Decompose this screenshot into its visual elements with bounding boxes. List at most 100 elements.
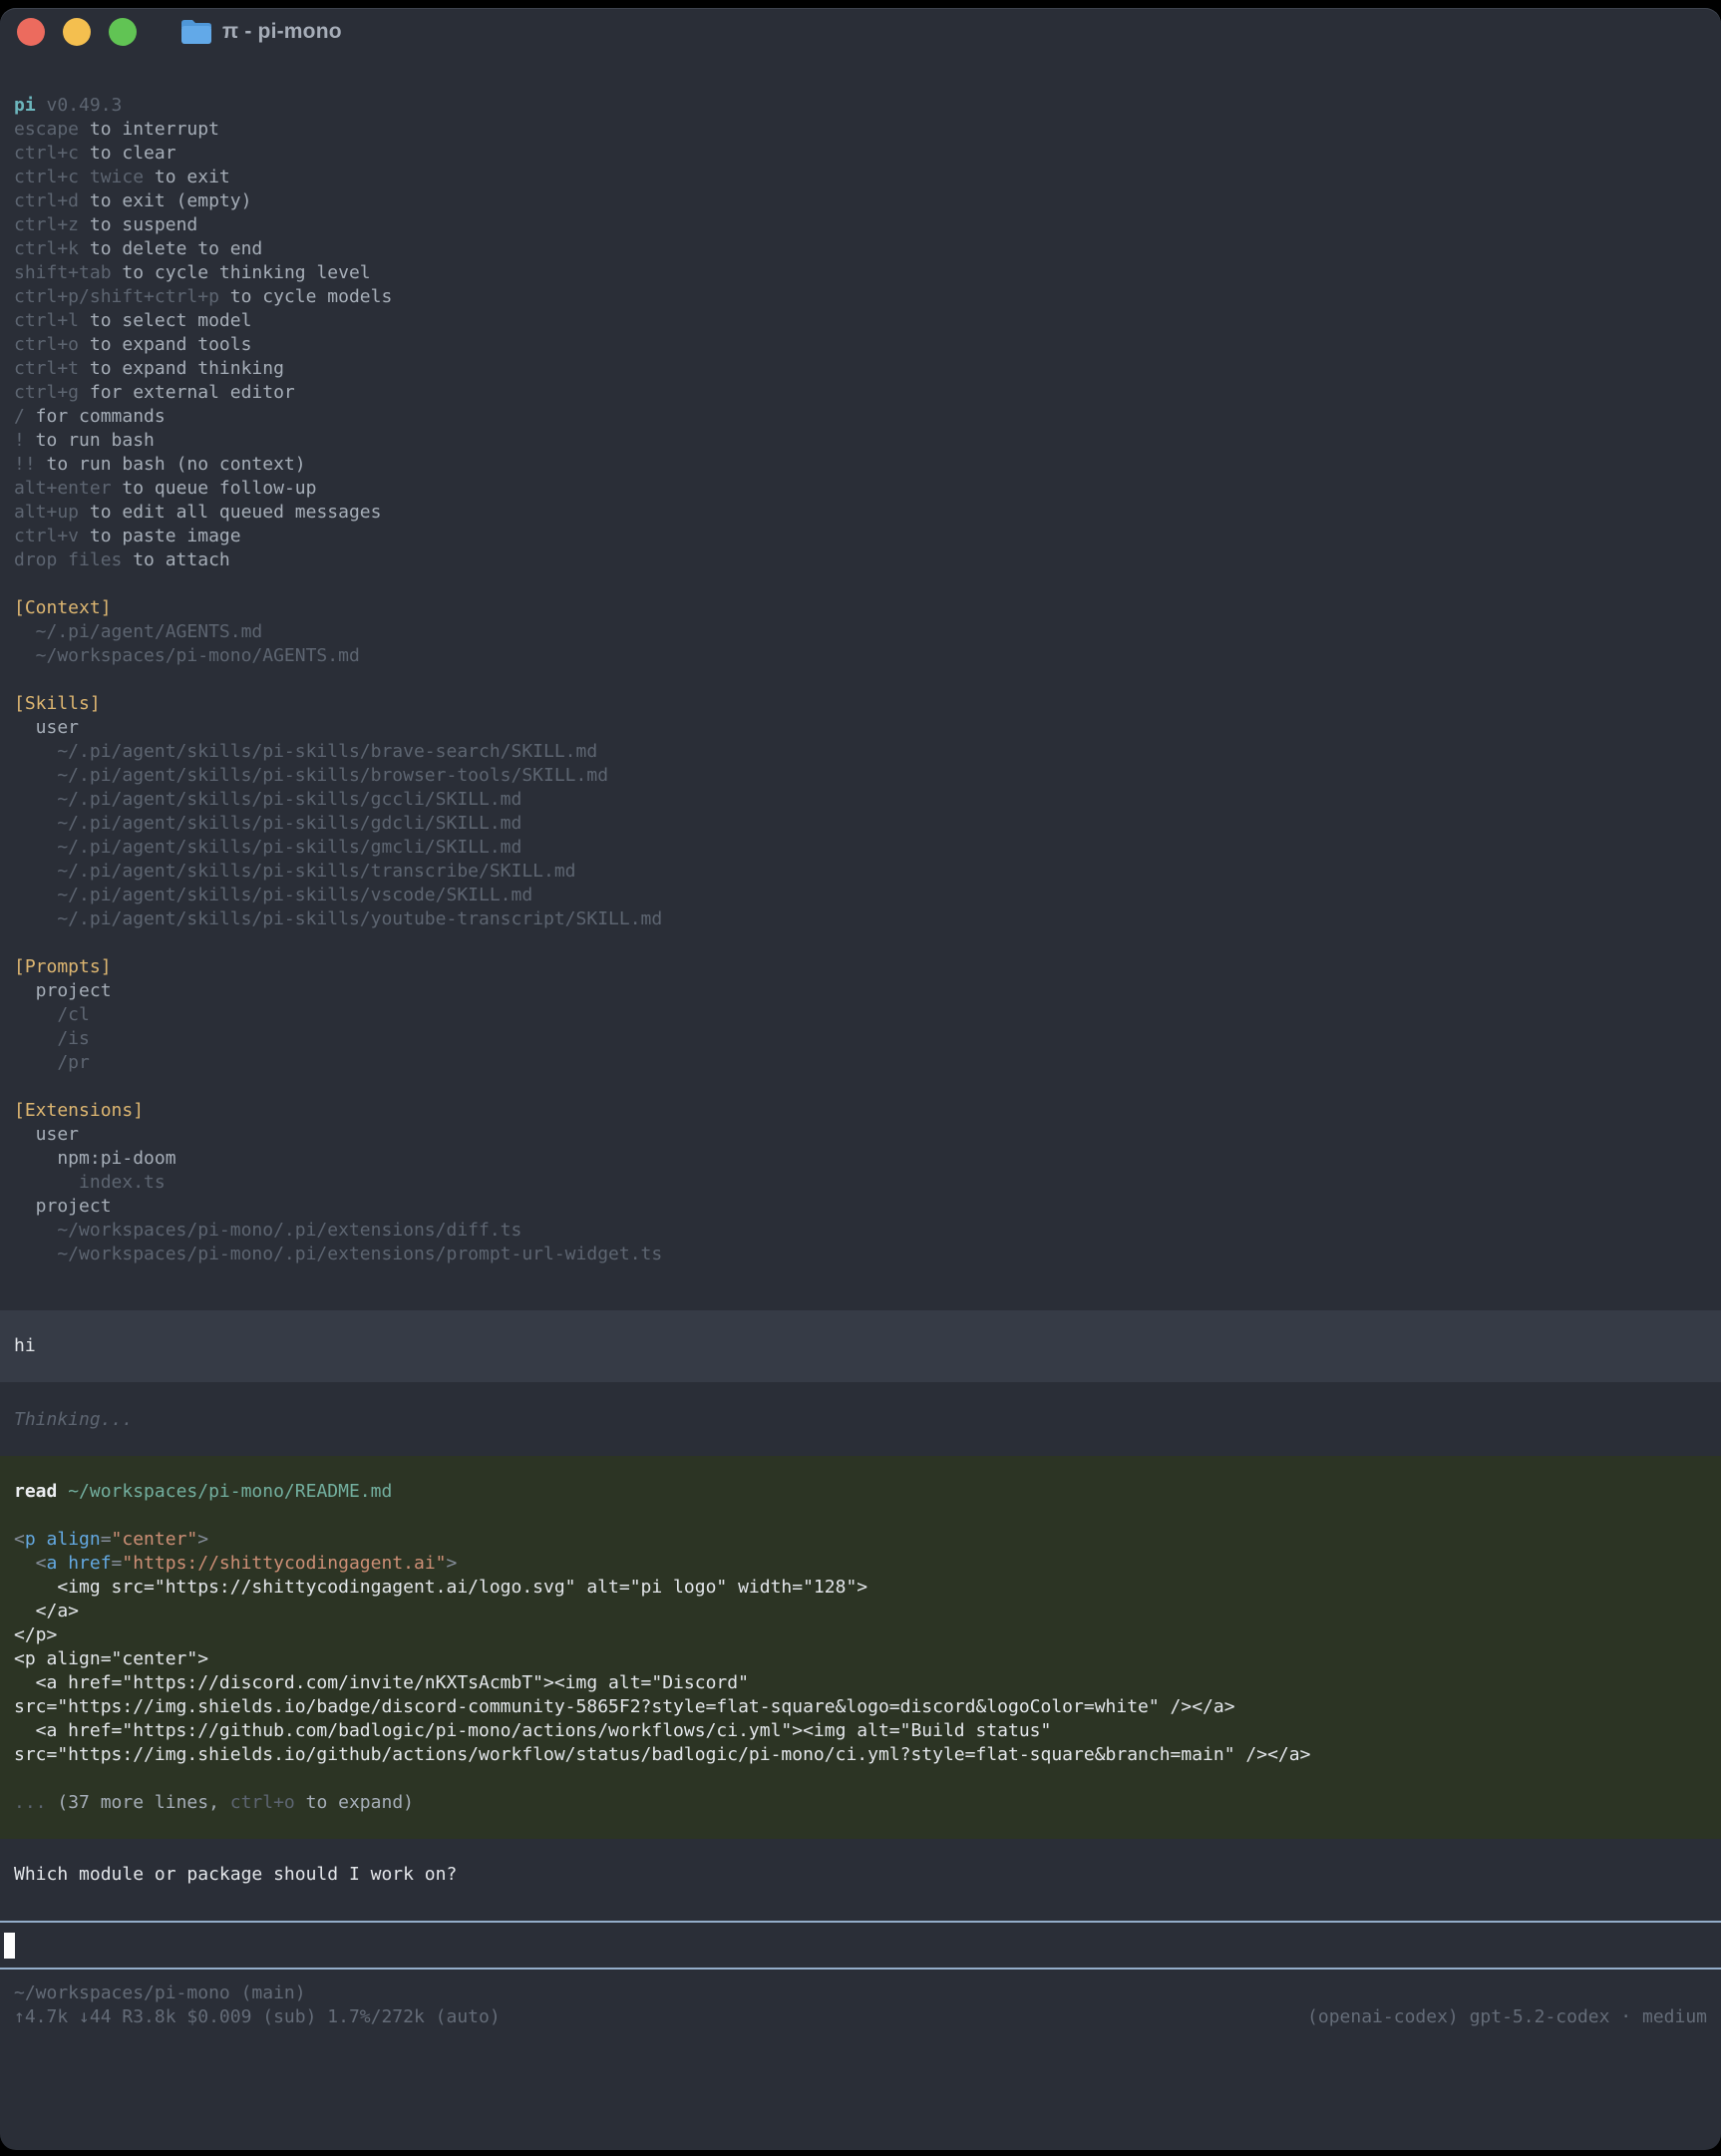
minimize-window-button[interactable]: [63, 18, 91, 46]
terminal-text-segment: to delete to end: [79, 238, 262, 259]
terminal-text-segment: project: [14, 1196, 112, 1217]
terminal-line: project: [14, 979, 1721, 1003]
terminal-text-segment: /is: [14, 1028, 90, 1049]
terminal-text-segment: src="https://img.shields.io/badge/discor…: [14, 1696, 1235, 1717]
terminal-text-segment: to cycle thinking level: [112, 262, 371, 283]
terminal-line: ctrl+c to clear: [14, 142, 1721, 166]
terminal-line: ~/.pi/agent/skills/pi-skills/gdcli/SKILL…: [14, 812, 1721, 836]
thinking-indicator: Thinking...: [0, 1408, 1721, 1432]
terminal-text-segment: ~/.pi/agent/skills/pi-skills/vscode/SKIL…: [14, 885, 532, 905]
terminal-text-segment: =: [101, 1529, 112, 1550]
terminal-text-segment: [Skills]: [14, 693, 101, 714]
session-startup-info: pi v0.49.3escape to interruptctrl+c to c…: [0, 94, 1721, 1266]
terminal-line: ctrl+c twice to exit: [14, 166, 1721, 189]
terminal-text-segment: !: [14, 430, 25, 451]
folder-icon: [180, 18, 212, 46]
terminal-text-segment: ~/workspaces/pi-mono/.pi/extensions/prom…: [14, 1244, 662, 1264]
terminal-text-segment: shift+tab: [14, 262, 112, 283]
terminal-text-segment: ctrl+k: [14, 238, 79, 259]
terminal-line: <a href="https://shittycodingagent.ai">: [14, 1552, 1721, 1576]
terminal-text-segment: ~/.pi/agent/skills/pi-skills/browser-too…: [14, 765, 608, 786]
terminal-text-segment: to expand thinking: [79, 358, 284, 379]
terminal-text-segment: ~/workspaces/pi-mono/.pi/extensions/diff…: [14, 1220, 521, 1241]
terminal-line: alt+up to edit all queued messages: [14, 501, 1721, 525]
terminal-text-segment: for external editor: [79, 382, 295, 403]
terminal-text-segment: to suspend: [79, 214, 197, 235]
terminal-text-segment: <a href="https://github.com/badlogic/pi-…: [14, 1720, 1051, 1741]
terminal-line: /pr: [14, 1051, 1721, 1075]
terminal-line: [Skills]: [14, 692, 1721, 716]
terminal-text-segment: to exit (empty): [79, 190, 251, 211]
terminal-line: escape to interrupt: [14, 118, 1721, 142]
terminal-line: <p align="center">: [14, 1647, 1721, 1671]
terminal-line: user: [14, 1123, 1721, 1147]
terminal-line: [Context]: [14, 596, 1721, 620]
assistant-question: Which module or package should I work on…: [0, 1863, 1721, 1887]
terminal-line: ctrl+v to paste image: [14, 525, 1721, 548]
status-bar: ~/workspaces/pi-mono (main) ↑4.7k ↓44 R3…: [0, 1970, 1721, 2029]
text-cursor: [4, 1933, 15, 1959]
terminal-line: ~/.pi/agent/skills/pi-skills/brave-searc…: [14, 740, 1721, 764]
terminal-line: alt+enter to queue follow-up: [14, 477, 1721, 501]
terminal-text-segment: [Context]: [14, 597, 112, 618]
terminal-text-segment: /cl: [14, 1004, 90, 1025]
terminal-line: /cl: [14, 1003, 1721, 1027]
prompt-input[interactable]: [0, 1921, 1721, 1970]
terminal-text-segment: (37 more lines,: [57, 1792, 229, 1813]
terminal-text-segment: ctrl+v: [14, 526, 79, 546]
terminal-text-segment: =: [112, 1553, 123, 1574]
terminal-line: src="https://img.shields.io/badge/discor…: [14, 1695, 1721, 1719]
terminal-text-segment: >: [447, 1553, 458, 1574]
terminal-text-segment: ~/.pi/agent/skills/pi-skills/gccli/SKILL…: [14, 789, 521, 810]
terminal-text-segment: ctrl+c twice: [14, 167, 144, 187]
close-window-button[interactable]: [17, 18, 45, 46]
terminal-text-segment: [Extensions]: [14, 1100, 144, 1121]
terminal-text-segment: to attach: [122, 549, 229, 570]
terminal-line: / for commands: [14, 405, 1721, 429]
terminal-line: npm:pi-doom: [14, 1147, 1721, 1171]
terminal-text-segment: project: [14, 980, 112, 1001]
terminal-text-segment: to exit: [144, 167, 230, 187]
terminal-text-segment: ~/workspaces/pi-mono/README.md: [57, 1481, 392, 1502]
terminal-line: [Prompts]: [14, 955, 1721, 979]
terminal-line: ctrl+z to suspend: [14, 213, 1721, 237]
terminal-line: [14, 931, 1721, 955]
maximize-window-button[interactable]: [109, 18, 137, 46]
terminal-text-segment: </p>: [14, 1624, 57, 1645]
terminal-line: project: [14, 1195, 1721, 1219]
terminal-line: <a href="https://github.com/badlogic/pi-…: [14, 1719, 1721, 1743]
terminal-text-segment: drop files: [14, 549, 122, 570]
terminal-line: <p align="center">: [14, 1528, 1721, 1552]
terminal-text-segment: alt+enter: [14, 478, 112, 499]
terminal-line: !! to run bash (no context): [14, 453, 1721, 477]
terminal-text-segment: to edit all queued messages: [79, 502, 381, 523]
terminal-line: /is: [14, 1027, 1721, 1051]
terminal-line: [14, 1075, 1721, 1099]
terminal-text-segment: read: [14, 1481, 57, 1502]
tool-call-read-block: read ~/workspaces/pi-mono/README.md <p a…: [0, 1456, 1721, 1839]
terminal-line: ~/.pi/agent/skills/pi-skills/youtube-tra…: [14, 907, 1721, 931]
terminal-line: ~/.pi/agent/skills/pi-skills/transcribe/…: [14, 860, 1721, 884]
model-status: (openai-codex) gpt-5.2-codex · medium: [1307, 2005, 1707, 2029]
status-bottom-row: ↑4.7k ↓44 R3.8k $0.009 (sub) 1.7%/272k (…: [14, 2005, 1707, 2029]
terminal-text-segment: npm:pi-doom: [14, 1148, 176, 1169]
terminal-text-segment: ctrl+z: [14, 214, 79, 235]
terminal-text-segment: "center": [112, 1529, 198, 1550]
terminal-line: </p>: [14, 1623, 1721, 1647]
terminal-text-segment: v0.49.3: [36, 95, 123, 116]
cwd-status: ~/workspaces/pi-mono (main): [14, 1981, 1707, 2005]
terminal-line: ~/workspaces/pi-mono/.pi/extensions/diff…: [14, 1219, 1721, 1243]
terminal-line: ctrl+t to expand thinking: [14, 357, 1721, 381]
terminal-line: [14, 668, 1721, 692]
terminal-line: [Extensions]: [14, 1099, 1721, 1123]
terminal-text-segment: "https://shittycodingagent.ai": [122, 1553, 446, 1574]
terminal-line: [14, 572, 1721, 596]
terminal-text-segment: index.ts: [14, 1172, 166, 1193]
terminal-line: [14, 1767, 1721, 1791]
terminal-text-segment: /: [14, 406, 25, 427]
terminal-line: ctrl+k to delete to end: [14, 237, 1721, 261]
terminal-text-segment: pi: [14, 95, 36, 116]
terminal-text-segment: to queue follow-up: [112, 478, 317, 499]
terminal-text-segment: hi: [14, 1335, 36, 1356]
terminal-text-segment: alt+up: [14, 502, 79, 523]
